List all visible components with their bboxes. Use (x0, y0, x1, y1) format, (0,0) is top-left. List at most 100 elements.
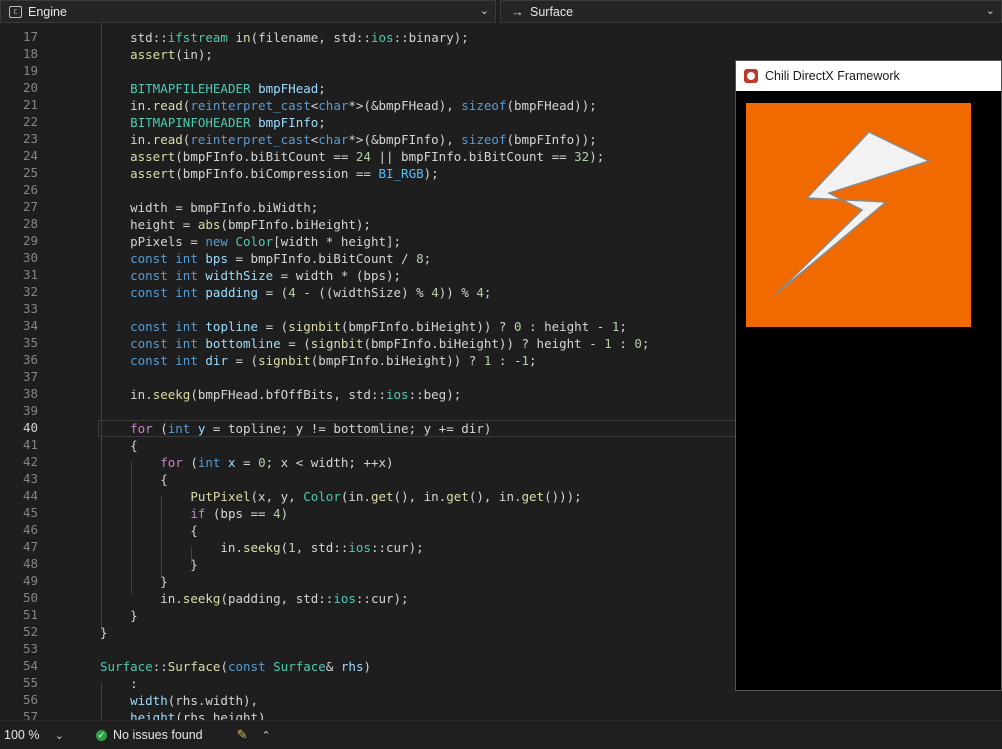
code-line: width = bmpFInfo.biWidth; (100, 200, 319, 215)
line-number: 28 (22, 216, 38, 231)
code-line: const int bps = bmpFInfo.biBitCount / 8; (130, 251, 432, 266)
check-circle-icon: ✓ (96, 729, 107, 741)
chevron-down-icon: ⌄ (479, 5, 489, 17)
zoom-dropdown[interactable]: 100 % ⌄ (0, 724, 70, 746)
issues-text: No issues found (113, 728, 203, 742)
line-number: 30 (22, 250, 38, 265)
file-code-icon: C (9, 5, 22, 18)
code-line: BITMAPINFOHEADER bmpFInfo; (130, 115, 326, 130)
line-number: 25 (22, 165, 38, 180)
line-number: 49 (22, 573, 38, 588)
line-number: 26 (22, 182, 38, 197)
code-line: for (int y = topline; y != bottomline; y… (130, 421, 492, 436)
code-line: const int bottomline = (signbit(bmpFInfo… (130, 336, 650, 351)
line-number: 29 (22, 233, 38, 248)
project-dropdown[interactable]: C Engine ⌄ (0, 0, 496, 23)
line-number: 48 (22, 556, 38, 571)
line-number: 38 (22, 386, 38, 401)
code-line: const int dir = (signbit(bmpFInfo.biHeig… (130, 353, 537, 368)
app-window-title: Chili DirectX Framework (765, 69, 900, 83)
broom-icon[interactable]: ✎ (237, 727, 248, 743)
project-dropdown-label: Engine (28, 4, 67, 19)
code-line: const int topline = (signbit(bmpFInfo.bi… (130, 319, 627, 334)
line-number: 18 (22, 46, 38, 61)
line-number: 34 (22, 318, 38, 333)
code-line: pPixels = new Color[width * height]; (100, 234, 402, 249)
line-number: 55 (22, 675, 38, 690)
lightning-bolt-shape (775, 131, 932, 295)
code-line: height(rhs.height) (130, 710, 266, 720)
code-line: } (100, 608, 138, 623)
line-number: 40 (22, 420, 38, 435)
lightning-bolt-icon (775, 131, 932, 295)
line-number: 37 (22, 369, 38, 384)
code-line: { (100, 472, 168, 487)
app-window[interactable]: Chili DirectX Framework (735, 60, 1002, 691)
line-number: 33 (22, 301, 38, 316)
line-number: 51 (22, 607, 38, 622)
code-line: } (100, 557, 198, 572)
zoom-level: 100 % (4, 728, 40, 742)
app-window-titlebar[interactable]: Chili DirectX Framework (736, 61, 1001, 91)
member-dropdown-label: Surface (530, 4, 574, 19)
line-number-gutter: 17 18 19 20 21 22 23 24 25 26 27 28 29 30 31 32 33 34 35 36… (0, 23, 50, 720)
code-line: Surface::Surface(const Surface& rhs) (100, 659, 371, 674)
code-line: { (100, 523, 198, 538)
chevron-down-icon: ⌄ (985, 5, 995, 17)
line-number: 35 (22, 335, 38, 350)
line-number: 44 (22, 488, 38, 503)
arrow-right-icon: → (511, 4, 524, 19)
code-line: in.read(reinterpret_cast<char*>(&bmpFHea… (100, 98, 597, 113)
line-number: 43 (22, 471, 38, 486)
line-number: 31 (22, 267, 38, 282)
line-number: 36 (22, 352, 38, 367)
status-bar: 100 % ⌄ ✓ No issues found ✎ ⌃ (0, 720, 1002, 749)
member-dropdown[interactable]: → Surface ⌄ (500, 0, 1002, 23)
code-line: BITMAPFILEHEADER bmpFHead; (130, 81, 326, 96)
code-line: } (100, 574, 168, 589)
chevron-up-icon[interactable]: ⌃ (262, 729, 271, 742)
issues-indicator[interactable]: ✓ No issues found (96, 728, 203, 742)
line-number: 20 (22, 80, 38, 95)
code-line: const int padding = (4 - ((widthSize) % … (130, 285, 492, 300)
line-number: 57 (22, 709, 38, 720)
line-number: 32 (22, 284, 38, 299)
line-number: 23 (22, 131, 38, 146)
code-line: std::ifstream in(filename, std::ios::bin… (130, 30, 469, 45)
code-line: assert(in); (130, 47, 213, 62)
line-number: 17 (22, 29, 38, 44)
render-canvas (746, 103, 971, 327)
code-line: PutPixel(x, y, Color(in.get(), in.get(),… (190, 489, 582, 504)
line-number: 41 (22, 437, 38, 452)
code-line: assert(bmpFInfo.biBitCount == 24 || bmpF… (130, 149, 605, 164)
code-line: in.seekg(bmpFHead.bfOffBits, std::ios::b… (100, 387, 462, 402)
line-number: 45 (22, 505, 38, 520)
line-number: 19 (22, 63, 38, 78)
code-line: if (bps == 4) (190, 506, 289, 521)
toolbar: C Engine ⌄ → Surface ⌄ (0, 0, 1002, 24)
code-line: in.seekg(1, std::ios::cur); (100, 540, 424, 555)
line-number: 56 (22, 692, 38, 707)
code-line: height = abs(bmpFInfo.biHeight); (100, 217, 371, 232)
line-number: 39 (22, 403, 38, 418)
code-line: for (int x = 0; x < width; ++x) (160, 455, 394, 470)
chevron-down-icon: ⌄ (54, 729, 64, 742)
code-line: : (100, 676, 138, 691)
code-line: { (100, 438, 138, 453)
line-number: 54 (22, 658, 38, 673)
line-number: 27 (22, 199, 38, 214)
line-number: 24 (22, 148, 38, 163)
line-number: 52 (22, 624, 38, 639)
line-number: 42 (22, 454, 38, 469)
line-number: 46 (22, 522, 38, 537)
code-line: in.read(reinterpret_cast<char*>(&bmpFInf… (100, 132, 597, 147)
code-line: const int widthSize = width * (bps); (130, 268, 402, 283)
code-line: assert(bmpFInfo.biCompression == BI_RGB)… (130, 166, 439, 181)
line-number: 21 (22, 97, 38, 112)
chili-logo-icon (744, 69, 758, 83)
line-number: 53 (22, 641, 38, 656)
code-line: } (100, 625, 108, 640)
code-line: in.seekg(padding, std::ios::cur); (100, 591, 409, 606)
line-number: 50 (22, 590, 38, 605)
line-number: 22 (22, 114, 38, 129)
